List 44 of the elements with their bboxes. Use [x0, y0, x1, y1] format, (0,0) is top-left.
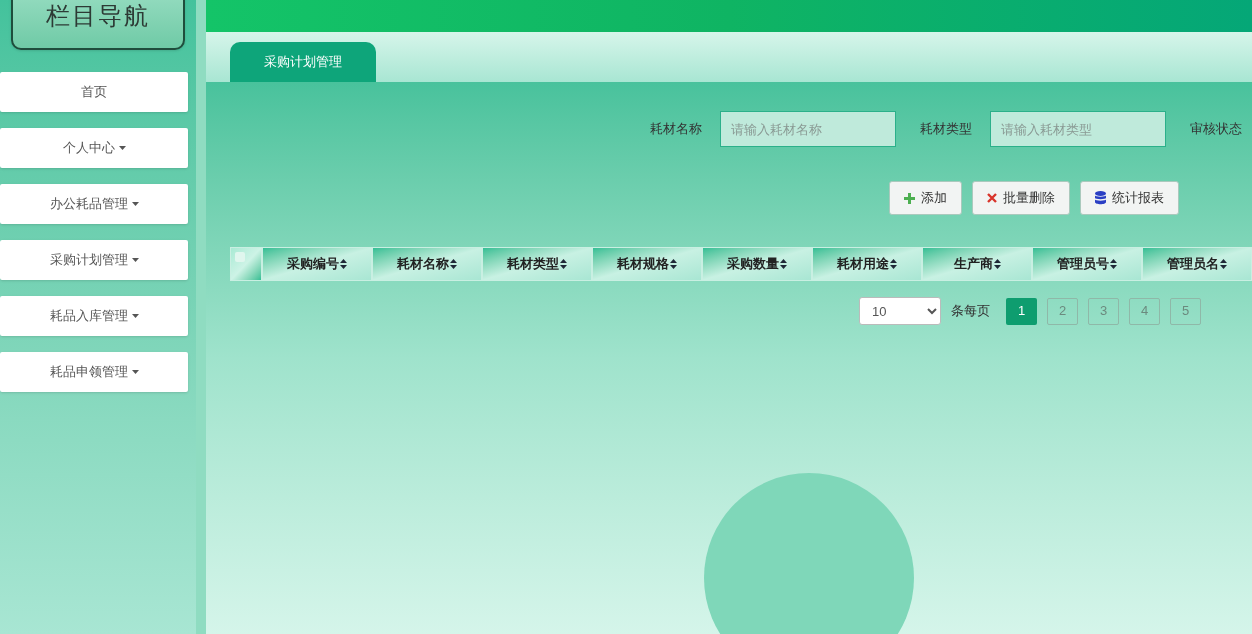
page-size-label: 条每页: [951, 302, 990, 321]
sort-icon: [993, 259, 1001, 269]
table-header-cell[interactable]: 耗材用途: [812, 247, 922, 281]
close-icon: [987, 193, 997, 203]
plus-icon: [904, 192, 915, 204]
field-label: 耗材类型: [920, 120, 972, 139]
sort-icon: [340, 259, 347, 269]
field-label: 审核状态: [1190, 120, 1243, 139]
table-header-cell[interactable]: 管理员名: [1142, 247, 1252, 281]
checkbox[interactable]: [235, 252, 245, 262]
table-header-cell[interactable]: 耗材名称: [372, 247, 482, 281]
table-header-cell[interactable]: 耗材规格: [592, 247, 702, 281]
page-size-select[interactable]: 10: [859, 297, 941, 325]
caret-icon: [131, 258, 139, 262]
action-button[interactable]: 统计报表: [1080, 181, 1179, 215]
sort-icon: [780, 259, 787, 269]
table-header-cell[interactable]: 采购数量: [702, 247, 812, 281]
sidebar-title: 栏目导航: [11, 0, 185, 50]
search-field[interactable]: 请输入耗材名称: [720, 111, 896, 147]
sidebar-nav-item[interactable]: 采购计划管理: [0, 240, 188, 280]
table-header-cell[interactable]: 采购编号: [262, 247, 372, 281]
caret-icon: [131, 370, 139, 374]
sort-icon: [670, 259, 677, 269]
table-header-cell[interactable]: 耗材类型: [482, 247, 592, 281]
sidebar-nav-item[interactable]: 耗品申领管理: [0, 352, 188, 392]
sort-icon: [1110, 259, 1117, 269]
action-button[interactable]: 批量删除: [972, 181, 1070, 215]
caret-icon: [131, 314, 139, 318]
sidebar-nav-item[interactable]: 耗品入库管理: [0, 296, 188, 336]
field-label: 耗材名称: [650, 120, 702, 139]
search-field[interactable]: 请输入耗材类型: [990, 111, 1166, 147]
sort-icon: [890, 259, 897, 269]
sidebar-nav-item[interactable]: 首页: [0, 72, 188, 112]
sort-icon: [560, 259, 567, 269]
caret-icon: [131, 202, 139, 206]
sort-icon: [450, 259, 457, 269]
table-header-cell[interactable]: 生产商: [922, 247, 1032, 281]
sidebar-nav-item[interactable]: 办公耗品管理: [0, 184, 188, 224]
database-icon: [1095, 191, 1106, 205]
table-header-cell[interactable]: 管理员号: [1032, 247, 1142, 281]
sort-icon: [1220, 259, 1227, 269]
action-button[interactable]: 添加: [889, 181, 962, 215]
caret-icon: [118, 146, 126, 150]
sidebar-nav-item[interactable]: 个人中心: [0, 128, 188, 168]
